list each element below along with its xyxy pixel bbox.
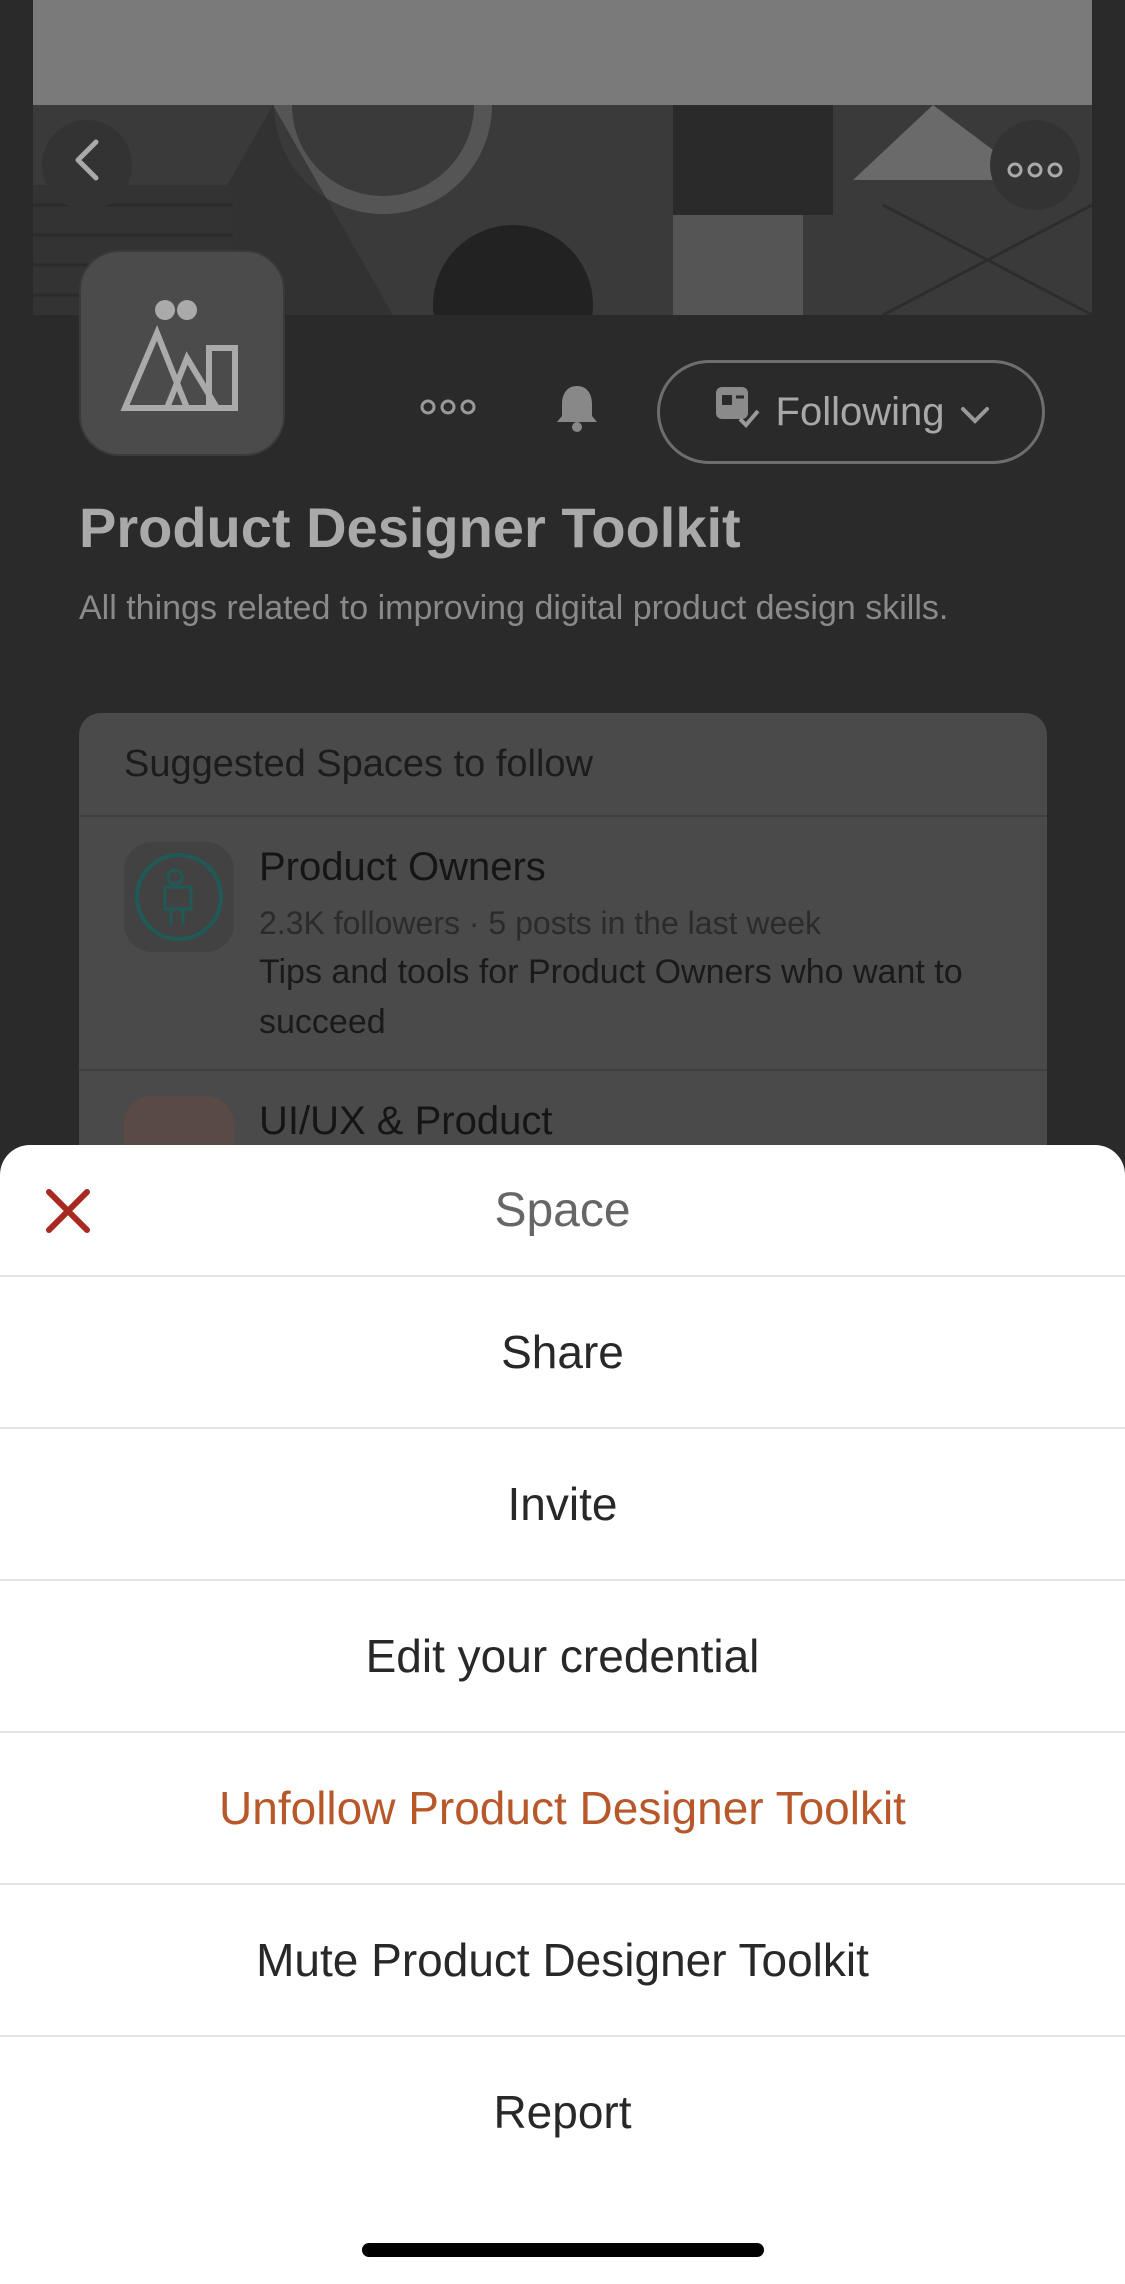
space-name: UI/UX & Product xyxy=(259,1099,553,1143)
following-icon xyxy=(712,383,760,441)
chevron-left-icon xyxy=(70,138,104,192)
more-horizontal-icon xyxy=(1007,143,1063,188)
mute-menu-item[interactable]: Mute Product Designer Toolkit xyxy=(0,1885,1125,2037)
status-bar-area xyxy=(33,0,1092,105)
following-button[interactable]: Following xyxy=(657,360,1045,464)
more-horizontal-icon xyxy=(420,399,476,415)
unfollow-menu-item[interactable]: Unfollow Product Designer Toolkit xyxy=(0,1733,1125,1885)
back-button[interactable] xyxy=(42,120,132,210)
space-avatar xyxy=(79,250,285,456)
invite-menu-item[interactable]: Invite xyxy=(0,1429,1125,1581)
suggested-spaces-heading: Suggested Spaces to follow xyxy=(79,713,1047,817)
suggested-spaces-card: Suggested Spaces to follow Product Owner… xyxy=(79,713,1047,1173)
space-name: Product Owners xyxy=(259,845,546,889)
cover-more-button[interactable] xyxy=(990,120,1080,210)
edit-credential-menu-item[interactable]: Edit your credential xyxy=(0,1581,1125,1733)
notification-bell-button[interactable] xyxy=(552,382,602,432)
close-button[interactable] xyxy=(40,1183,96,1239)
sheet-header: Space xyxy=(0,1145,1125,1277)
space-thumbnail xyxy=(124,842,234,952)
space-meta: 2.3K followers · 5 posts in the last wee… xyxy=(259,905,822,941)
puzzle-person-icon xyxy=(135,853,223,941)
home-indicator xyxy=(362,2243,764,2257)
chevron-down-icon xyxy=(960,390,990,435)
following-label: Following xyxy=(775,389,945,434)
space-description: All things related to improving digital … xyxy=(79,589,949,627)
space-logo-icon xyxy=(120,300,238,411)
sheet-title: Space xyxy=(494,1183,631,1237)
action-sheet: Space Share Invite Edit your credential … xyxy=(0,1145,1125,2284)
space-more-button[interactable] xyxy=(420,385,476,424)
space-summary: Tips and tools for Product Owners who wa… xyxy=(259,953,963,1041)
close-icon xyxy=(46,1189,90,1233)
share-menu-item[interactable]: Share xyxy=(0,1277,1125,1429)
bell-icon xyxy=(557,386,597,432)
report-menu-item[interactable]: Report xyxy=(0,2037,1125,2187)
space-title: Product Designer Toolkit xyxy=(79,496,741,559)
suggested-space-item[interactable]: Product Owners 2.3K followers · 5 posts … xyxy=(79,817,1047,1071)
